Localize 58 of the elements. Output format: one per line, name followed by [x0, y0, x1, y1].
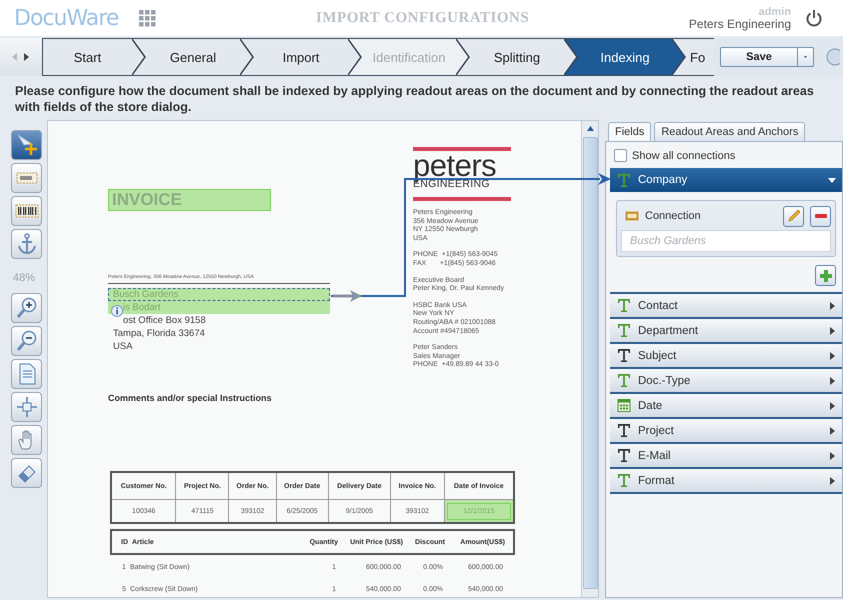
barcode-zone-tool-button[interactable]	[11, 196, 42, 226]
expand-icon	[828, 326, 836, 334]
power-icon[interactable]	[805, 9, 823, 27]
expand-icon	[828, 476, 836, 484]
logo: DocuWare	[14, 6, 118, 30]
help-icon[interactable]	[826, 48, 840, 66]
company-logo: peters ENGINEERING	[413, 147, 511, 201]
field-row[interactable]: Company	[610, 168, 842, 192]
value-field[interactable]: Busch Gardens	[621, 230, 831, 252]
remove-button[interactable]	[810, 206, 831, 226]
caret-icon	[804, 55, 807, 59]
hand-button[interactable]	[11, 425, 42, 455]
address-line: Tampa, Florida 33674	[112, 327, 206, 340]
info-icon[interactable]	[111, 305, 123, 317]
expand-icon	[828, 302, 836, 310]
plus-icon	[818, 268, 832, 282]
fit-page-button[interactable]	[11, 359, 42, 389]
step-tab[interactable]: Fo	[686, 39, 714, 75]
zoom-out-button[interactable]	[11, 326, 42, 356]
crosshair-icon	[14, 395, 38, 419]
eraser-button[interactable]	[11, 458, 42, 488]
collapse-icon	[828, 176, 836, 184]
expand-icon	[828, 376, 836, 384]
select-tool-button[interactable]	[11, 130, 42, 160]
address-line: USA	[112, 340, 134, 353]
pencil-icon	[786, 209, 800, 223]
add-button[interactable]	[815, 265, 836, 286]
connection-label: Connection	[645, 210, 702, 222]
invoice-title: INVOICE	[108, 189, 271, 211]
expand-icon	[828, 426, 836, 434]
step-tab[interactable]: Start	[43, 39, 132, 75]
expand-icon	[828, 352, 836, 360]
text-zone-icon	[625, 211, 639, 221]
expand-icon	[828, 452, 836, 460]
step-tab[interactable]: General	[146, 39, 240, 75]
checkbox[interactable]	[614, 149, 627, 162]
edit-button[interactable]	[783, 206, 804, 226]
app-grid-icon[interactable]	[138, 9, 156, 27]
right-arrow-icon	[24, 53, 30, 61]
move-button[interactable]	[11, 392, 42, 422]
checkbox-label: Show all connections	[632, 150, 736, 162]
expand-icon	[828, 402, 836, 410]
scrollbar[interactable]	[581, 121, 598, 597]
pointer-icon	[14, 133, 38, 157]
address-line: ost Office Box 9158	[122, 314, 207, 327]
zoom-in-icon	[14, 296, 38, 320]
zoom-in-button[interactable]	[11, 293, 42, 323]
user-name: admin	[758, 6, 791, 18]
drag-arrow-icon	[333, 290, 362, 302]
zoom-level: 48%	[12, 271, 36, 286]
left-arrow-icon	[12, 53, 18, 61]
instruction-text: Please configure how the document shall be indexed by applying readout areas on the document and by connecting the readout areas with fields of the store dialog.	[14, 83, 815, 116]
organization-name: Peters Engineering	[688, 18, 791, 30]
zoom-out-icon	[14, 329, 38, 353]
panel-tab[interactable]: Readout Areas and Anchors	[654, 122, 806, 141]
comments-heading: Comments and/or special Instructions	[108, 393, 272, 403]
panel-tab[interactable]: Fields	[608, 122, 652, 141]
page-title: IMPORT CONFIGURATIONS	[315, 10, 530, 26]
